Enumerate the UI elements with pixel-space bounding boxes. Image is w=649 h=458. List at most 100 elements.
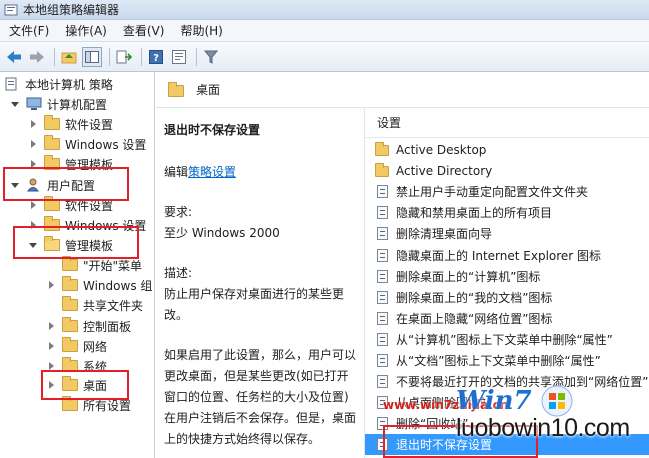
list-item-label: Active Desktop: [396, 142, 487, 157]
up-folder-icon[interactable]: [59, 47, 79, 67]
tree-item-label: 计算机配置: [47, 97, 108, 112]
tree-item-windows-settings[interactable]: Windows 设置: [28, 134, 146, 154]
help-icon[interactable]: ?: [146, 47, 166, 67]
expander-collapsed-icon[interactable]: [28, 119, 38, 129]
menu-file[interactable]: 文件(F): [4, 22, 54, 39]
tree-item-control-panel[interactable]: 控制面板: [46, 316, 131, 336]
list-item[interactable]: Active Desktop: [365, 139, 649, 160]
expander-collapsed-icon[interactable]: [28, 200, 38, 210]
back-arrow-icon[interactable]: [4, 47, 24, 67]
list-item-label: 删除桌面上的“计算机”图标: [396, 270, 541, 284]
content-header-title: 桌面: [196, 83, 221, 97]
description-text: 防止用户保存对桌面进行的某些更改。: [164, 287, 345, 322]
tree-item-software-settings[interactable]: 软件设置: [28, 114, 113, 134]
folder-icon: [44, 115, 60, 131]
content-header: 桌面: [156, 72, 649, 108]
list-item[interactable]: 隐藏桌面上的 Internet Explorer 图标: [365, 245, 649, 266]
list-item-label: 从“计算机”图标上下文菜单中删除“属性”: [396, 333, 613, 347]
highlight-box-admin-templates: [13, 226, 139, 259]
folder-icon: [62, 396, 78, 412]
description-detail: 如果启用了此设置，那么，用户可以更改桌面，但是某些更改(如已打开窗口的位置、任务…: [164, 348, 357, 446]
folder-icon: [62, 296, 78, 312]
list-item[interactable]: 隐藏和禁用桌面上的所有项目: [365, 202, 649, 223]
policy-tree: 本地计算机 策略 计算机配置 软件设置 Windows 设置 管理模板 用户配置…: [0, 72, 155, 458]
toolbar-separator: [196, 47, 197, 66]
folder-icon: [62, 317, 78, 333]
setting-icon: [375, 249, 389, 263]
computer-icon: [26, 97, 42, 111]
highlight-box-user-config: [3, 167, 129, 201]
folder-icon: [62, 276, 78, 292]
setting-title: 退出时不保存设置: [164, 123, 261, 137]
edit-line: 编辑策略设置: [164, 162, 356, 183]
filter-icon[interactable]: [201, 47, 221, 67]
title-bar: 本地组策略编辑器: [0, 0, 649, 20]
list-item[interactable]: 删除清理桌面向导: [365, 223, 649, 244]
tree-item-label: 本地计算机 策略: [25, 77, 113, 92]
folder-icon: [62, 256, 78, 272]
column-header-label: 设置: [377, 116, 402, 130]
expander-expanded-icon[interactable]: [10, 99, 20, 109]
setting-icon: [375, 291, 389, 305]
tree-item-network[interactable]: 网络: [46, 336, 107, 356]
setting-icon: [375, 375, 389, 389]
tree-item-computer-config[interactable]: 计算机配置: [10, 94, 107, 114]
properties-icon[interactable]: [169, 47, 189, 67]
list-item[interactable]: 从“文档”图标上下文菜单中删除“属性”: [365, 350, 649, 371]
list-item-label: 隐藏和禁用桌面上的所有项目: [396, 206, 553, 220]
edit-prefix: 编辑: [164, 165, 189, 179]
requirements-value: 至少 Windows 2000: [164, 226, 280, 240]
edit-policy-link[interactable]: 策略设置: [188, 165, 236, 179]
column-header-setting[interactable]: 设置: [365, 108, 649, 138]
setting-icon: [375, 333, 389, 347]
toolbar-separator: [109, 47, 110, 66]
list-item[interactable]: 在桌面上隐藏“网络位置”图标: [365, 308, 649, 329]
tree-item-label: Windows 组: [83, 278, 153, 293]
list-item[interactable]: Active Directory: [365, 160, 649, 181]
tree-item-windows-components[interactable]: Windows 组: [46, 275, 152, 295]
watermark-site: luobowin10.com: [456, 414, 630, 442]
list-item-label: Active Directory: [396, 163, 493, 178]
folder-icon: [62, 337, 78, 353]
computer-policy-icon: [4, 77, 20, 91]
window-title: 本地组策略编辑器: [23, 3, 120, 17]
folder-icon: [44, 135, 60, 151]
list-item-label: 禁止用户手动重定向配置文件文件夹: [396, 185, 589, 199]
menu-bar: 文件(F) 操作(A) 查看(V) 帮助(H): [0, 20, 649, 42]
list-item-label: 在桌面上隐藏“网络位置”图标: [396, 312, 553, 326]
menu-help[interactable]: 帮助(H): [175, 22, 227, 39]
tree-item-label: "开始"菜单: [83, 258, 143, 273]
windows-logo-icon: [541, 385, 573, 417]
tree-item-label: 共享文件夹: [83, 298, 144, 313]
highlight-box-desktop: [41, 370, 129, 400]
tree-item-local-policy[interactable]: 本地计算机 策略: [4, 74, 113, 94]
list-item[interactable]: 从“计算机”图标上下文菜单中删除“属性”: [365, 329, 649, 350]
expander-collapsed-icon[interactable]: [46, 341, 56, 351]
list-item[interactable]: 禁止用户手动重定向配置文件文件夹: [365, 181, 649, 202]
expander-collapsed-icon[interactable]: [46, 321, 56, 331]
menu-action[interactable]: 操作(A): [60, 22, 112, 39]
tree-item-label: 软件设置: [65, 117, 114, 132]
svg-text:?: ?: [153, 53, 159, 64]
setting-icon: [375, 185, 389, 199]
toolbar: ?: [0, 42, 649, 72]
setting-icon: [375, 312, 389, 326]
toolbar-separator: [141, 47, 142, 66]
folder-icon: [375, 163, 389, 178]
folder-icon: [375, 142, 389, 157]
show-hide-tree-icon[interactable]: [82, 46, 102, 67]
list-item[interactable]: 删除桌面上的“我的文档”图标: [365, 287, 649, 308]
expander-collapsed-icon[interactable]: [46, 280, 56, 290]
list-item[interactable]: 删除桌面上的“计算机”图标: [365, 266, 649, 287]
description-pane: 退出时不保存设置 编辑策略设置 要求: 至少 Windows 2000 描述: …: [156, 108, 364, 458]
forward-arrow-icon[interactable]: [27, 47, 47, 67]
list-item-label: 删除清理桌面向导: [396, 227, 493, 241]
expander-collapsed-icon[interactable]: [28, 139, 38, 149]
tree-item-shared-folders[interactable]: 共享文件夹: [62, 295, 143, 315]
export-list-icon[interactable]: [114, 47, 134, 67]
list-item-label: 删除桌面上的“我的文档”图标: [396, 291, 553, 305]
menu-view[interactable]: 查看(V): [118, 22, 170, 39]
